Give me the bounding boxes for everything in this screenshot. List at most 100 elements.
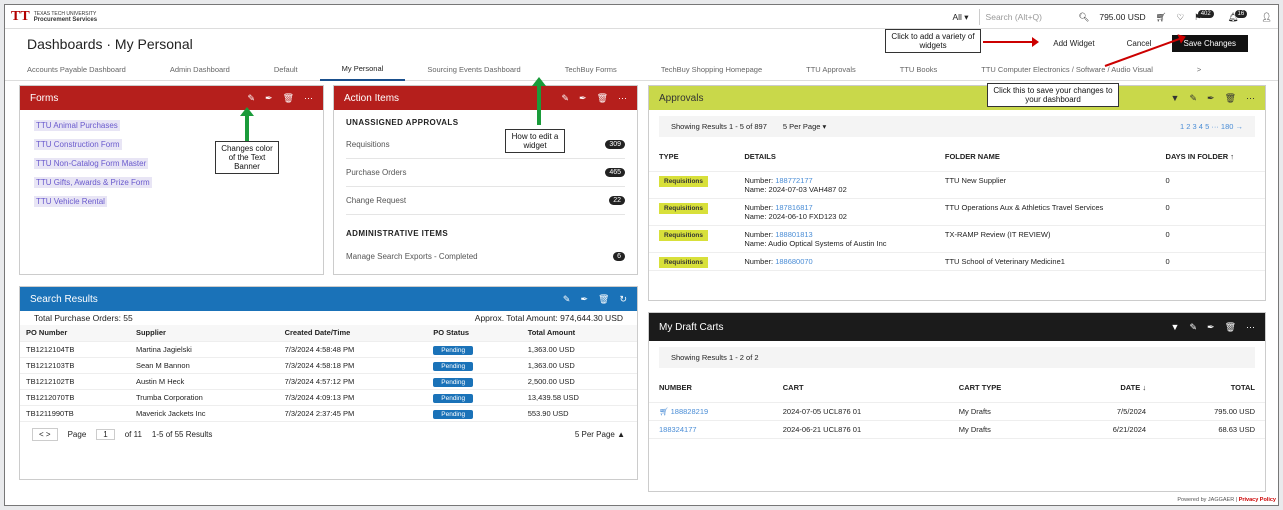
cart-icon[interactable]: 🛒︎	[1156, 12, 1167, 23]
user-icon[interactable]: 👤︎	[1261, 12, 1272, 23]
drafts-showing: Showing Results 1 - 2 of 2	[659, 347, 1255, 368]
draft-carts-widget: My Draft Carts ▼ ✎ ✒ 🗑︎ ⋯ Showing Results 1 …	[648, 312, 1266, 492]
callout-banner-color: Changes color of the Text Banner	[215, 141, 279, 174]
table-row[interactable]: TB1212070TB Trumba Corporation 7/3/2024 4:…	[20, 389, 637, 406]
tabs-next-icon[interactable]: >	[1175, 59, 1223, 81]
search-results-table: PO Number Supplier Created Date/Time PO Sta…	[20, 325, 637, 422]
color-icon[interactable]: ✒	[1207, 93, 1215, 104]
approvals-per-page[interactable]: 5 Per Page ▾	[783, 122, 826, 131]
tab-ttu-approvals[interactable]: TTU Approvals	[784, 59, 878, 81]
tab-admin[interactable]: Admin Dashboard	[148, 59, 252, 81]
favorites-icon[interactable]: ♡	[1176, 12, 1184, 23]
top-bar: TT TEXAS TECH UNIVERSITY Procurement Serv…	[5, 5, 1278, 29]
search-results-widget: Search Results ✎ ✒ 🗑︎ ↻ Total Purchase Orde…	[19, 286, 638, 480]
action-row-search-exports[interactable]: Manage Search Exports - Completed 6	[346, 242, 625, 270]
search-results-title: Search Results	[30, 293, 98, 305]
ttu-logo[interactable]: TT TEXAS TECH UNIVERSITY Procurement Serv…	[11, 9, 97, 25]
edit-icon[interactable]: ✎	[563, 294, 571, 305]
admin-items-heading: ADMINISTRATIVE ITEMS	[346, 229, 449, 238]
page-input[interactable]: 1	[96, 428, 115, 440]
color-icon[interactable]: ✒	[579, 93, 587, 104]
pager-prev-next[interactable]: < >	[32, 427, 58, 441]
filter-icon[interactable]: ▼	[1171, 93, 1180, 103]
approvals-pagination[interactable]: 1 2 3 4 5 ··· 180 →	[1180, 122, 1243, 131]
edit-icon[interactable]: ✎	[561, 93, 569, 104]
cancel-button[interactable]: Cancel	[1114, 35, 1164, 52]
delete-icon[interactable]: 🗑︎	[283, 93, 294, 104]
tab-techbuy-forms[interactable]: TechBuy Forms	[543, 59, 639, 81]
callout-save: Click this to save your changes to your …	[987, 83, 1119, 107]
table-row[interactable]: 188324177 2024-06-21 UCL876 01 My Drafts 6/…	[649, 420, 1265, 439]
cart-total[interactable]: 795.00 USD	[1099, 12, 1145, 22]
edit-icon[interactable]: ✎	[247, 93, 255, 104]
more-icon[interactable]: ⋯	[618, 93, 627, 104]
tab-default[interactable]: Default	[252, 59, 320, 81]
form-link[interactable]: TTU Gifts, Awards & Prize Form	[34, 177, 152, 188]
filter-icon[interactable]: ▼	[1171, 322, 1180, 332]
table-row[interactable]: TB1212104TB Martina Jagielski 7/3/2024 4:5…	[20, 341, 637, 358]
unassigned-approvals-heading: UNASSIGNED APPROVALS	[346, 118, 459, 127]
table-row[interactable]: Requisitions Number: 187816817 Name: 2024-…	[649, 198, 1265, 226]
color-icon[interactable]: ✒	[580, 294, 588, 305]
tab-my-personal[interactable]: My Personal	[319, 59, 406, 81]
add-widget-button[interactable]: Add Widget	[1041, 35, 1107, 52]
more-icon[interactable]: ⋯	[1246, 322, 1255, 333]
green-arrow-color	[240, 107, 254, 141]
edit-icon[interactable]: ✎	[1189, 322, 1197, 333]
refresh-icon[interactable]: ↻	[619, 294, 627, 305]
cart-icon: 🛒︎	[659, 406, 669, 416]
more-icon[interactable]: ⋯	[1246, 93, 1255, 104]
tab-sourcing-events[interactable]: Sourcing Events Dashboard	[405, 59, 542, 81]
approvals-widget: Approvals ▼ ✎ ✒ 🗑︎ ⋯ Showing Results 1 - 5 o…	[648, 85, 1266, 301]
action-row-change-request[interactable]: Change Request 22	[346, 187, 625, 215]
tab-accounts-payable[interactable]: Accounts Payable Dashboard	[5, 59, 148, 81]
total-orders: Total Purchase Orders: 55	[34, 313, 133, 323]
privacy-link[interactable]: Privacy Policy	[1239, 497, 1276, 503]
table-row[interactable]: TB1212102TB Austin M Heck 7/3/2024 4:57:12…	[20, 373, 637, 390]
form-link[interactable]: TTU Vehicle Rental	[34, 196, 107, 207]
action-row-requisitions[interactable]: Requisitions 309	[346, 131, 625, 159]
table-row[interactable]: TB1211990TB Maverick Jackets Inc 7/3/2024 …	[20, 405, 637, 422]
delete-icon[interactable]: 🗑︎	[598, 294, 609, 305]
delete-icon[interactable]: 🗑︎	[1225, 93, 1236, 104]
search-scope-select[interactable]: All ▾	[952, 12, 968, 23]
delete-icon[interactable]: 🗑︎	[597, 93, 608, 104]
color-icon[interactable]: ✒	[1207, 322, 1215, 333]
draft-carts-title: My Draft Carts	[659, 321, 724, 333]
callout-add-widget: Click to add a variety of widgets	[885, 29, 981, 53]
dashboard-tabs: Accounts Payable Dashboard Admin Dashboa…	[5, 59, 1278, 81]
per-page-select[interactable]: 5 Per Page ▲	[575, 430, 625, 439]
tab-ttu-computer[interactable]: TTU Computer Electronics / Software / Au…	[959, 59, 1175, 81]
approvals-table: TYPE DETAILS FOLDER NAME DAYS IN FOLDER ↑ R…	[649, 143, 1265, 271]
delete-icon[interactable]: 🗑︎	[1225, 322, 1236, 333]
table-row[interactable]: Requisitions Number: 188680070 TTU School …	[649, 252, 1265, 271]
more-icon[interactable]: ⋯	[304, 93, 313, 104]
footer: Powered by JAGGAER | Privacy Policy	[1177, 497, 1276, 503]
table-row[interactable]: Requisitions Number: 188772177 Name: 2024-…	[649, 171, 1265, 199]
forms-widget: Forms ✎ ✒ 🗑︎ ⋯ TTU Animal Purchases TTU Con…	[19, 85, 324, 275]
table-row[interactable]: TB1212103TB Sean M Bannon 7/3/2024 4:58:18…	[20, 357, 637, 374]
action-items-title: Action Items	[344, 92, 400, 104]
bell-icon[interactable]: 🔔︎16	[1228, 9, 1251, 23]
tab-techbuy-shopping[interactable]: TechBuy Shopping Homepage	[639, 59, 784, 81]
alert-badge: 16	[1234, 9, 1248, 18]
total-amount: Approx. Total Amount: 974,644.30 USD	[474, 313, 623, 323]
green-arrow-edit	[532, 77, 546, 125]
flag-icon[interactable]: ⚑402	[1194, 9, 1218, 23]
action-row-purchase-orders[interactable]: Purchase Orders 465	[346, 159, 625, 187]
form-link[interactable]: TTU Animal Purchases	[34, 120, 120, 131]
forms-title: Forms	[30, 92, 59, 104]
search-icon[interactable]: 🔍︎	[1079, 12, 1090, 23]
logo-mark: TT	[11, 8, 30, 24]
table-row[interactable]: Requisitions Number: 188801813 Name: Audio…	[649, 225, 1265, 253]
logo-line2: Procurement Services	[33, 16, 98, 23]
form-link[interactable]: TTU Construction Form	[34, 139, 122, 150]
form-link[interactable]: TTU Non-Catalog Form Master	[34, 158, 149, 169]
search-input[interactable]: Search (Alt+Q)	[978, 9, 1069, 25]
action-items-widget: Action Items ✎ ✒ 🗑︎ ⋯ UNASSIGNED APPROVALS …	[333, 85, 638, 275]
color-icon[interactable]: ✒	[265, 93, 273, 104]
edit-icon[interactable]: ✎	[1189, 93, 1197, 104]
tab-ttu-books[interactable]: TTU Books	[878, 59, 960, 81]
table-row[interactable]: 🛒︎ 188828219 2024-07-05 UCL876 01 My Draft…	[649, 402, 1265, 421]
approvals-showing: Showing Results 1 - 5 of 897	[671, 122, 767, 131]
